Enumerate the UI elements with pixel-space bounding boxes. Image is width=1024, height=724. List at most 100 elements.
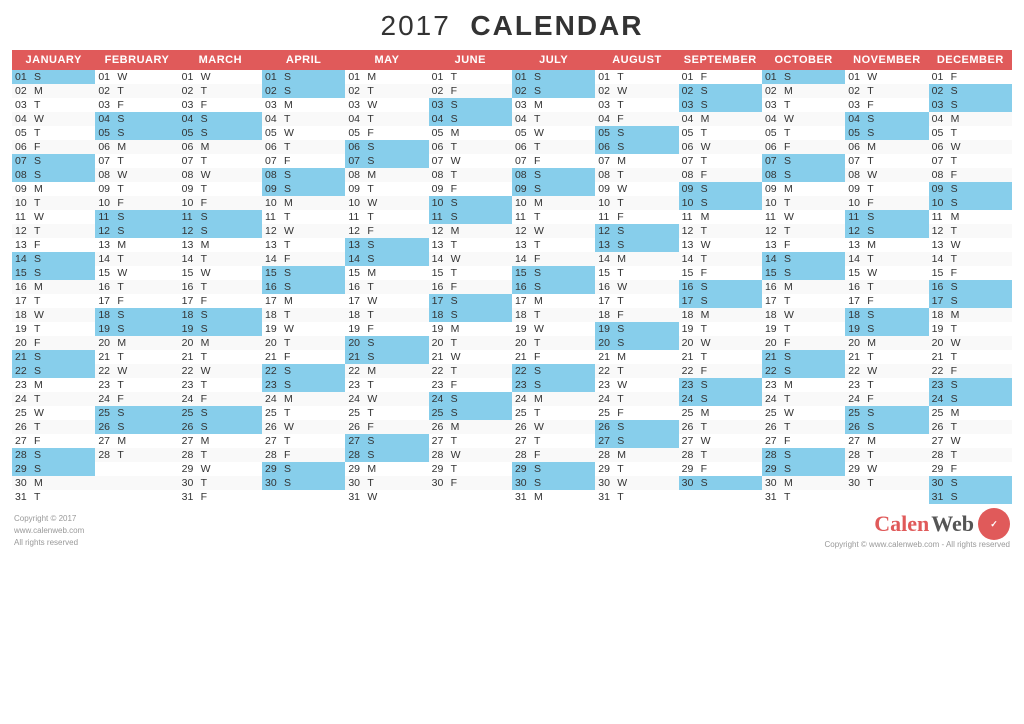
table-row: 18 M	[679, 308, 762, 322]
table-row: 31 T	[762, 490, 845, 504]
table-row: 31 W	[345, 490, 428, 504]
table-row: 10 F	[95, 196, 178, 210]
table-row: 21 S	[762, 350, 845, 364]
table-row: 16 S	[929, 280, 1012, 294]
table-row: 05 W	[262, 126, 345, 140]
table-row: 23 T	[179, 378, 262, 392]
table-row: 19 W	[512, 322, 595, 336]
table-row: 13 T	[262, 238, 345, 252]
table-row: 15 W	[845, 266, 928, 280]
table-row: 22 W	[845, 364, 928, 378]
table-row: 11 M	[679, 210, 762, 224]
table-row: 02 T	[845, 84, 928, 98]
table-row: 23 T	[95, 378, 178, 392]
table-row: 05 T	[12, 126, 95, 140]
table-row: 17 S	[429, 294, 512, 308]
table-row: 25 S	[179, 406, 262, 420]
table-row: 04 S	[845, 112, 928, 126]
month-header-may: MAY	[345, 50, 428, 70]
table-row: 26 M	[429, 420, 512, 434]
table-row: 07 T	[929, 154, 1012, 168]
table-row: 22 S	[762, 364, 845, 378]
table-row: 13 T	[512, 238, 595, 252]
table-row: 17 S	[929, 294, 1012, 308]
page-title: 2017 CALENDAR	[12, 10, 1012, 42]
table-row: 03 F	[845, 98, 928, 112]
table-row: 27 W	[929, 434, 1012, 448]
table-row: 10 M	[512, 196, 595, 210]
table-row: 13 M	[179, 238, 262, 252]
table-row: 15 S	[12, 266, 95, 280]
table-row: 27 S	[595, 434, 678, 448]
table-row: 22 S	[12, 364, 95, 378]
month-header-mar: MARCH	[179, 50, 262, 70]
table-row: 07 S	[12, 154, 95, 168]
table-row: 05 S	[95, 126, 178, 140]
table-row: 20 M	[95, 336, 178, 350]
table-row: 30 W	[595, 476, 678, 490]
table-row: 02 T	[95, 84, 178, 98]
month-header-sep: SEPTEMBER	[679, 50, 762, 70]
table-row: 27 T	[262, 434, 345, 448]
table-row: 02 S	[512, 84, 595, 98]
table-row: 28 S	[345, 448, 428, 462]
table-row: 06 T	[512, 140, 595, 154]
table-row: 30 S	[262, 476, 345, 490]
table-row: 11 S	[845, 210, 928, 224]
table-row: 05 M	[429, 126, 512, 140]
table-row: 18 S	[179, 308, 262, 322]
table-row: 04 S	[179, 112, 262, 126]
table-row: 25 S	[845, 406, 928, 420]
table-row: 12 T	[12, 224, 95, 238]
table-row: 29 M	[345, 462, 428, 476]
table-row: 08 M	[345, 168, 428, 182]
table-row: 24 F	[179, 392, 262, 406]
table-row: 07 T	[679, 154, 762, 168]
table-row: 17 T	[762, 294, 845, 308]
table-row: 09 W	[595, 182, 678, 196]
table-row: 03 F	[95, 98, 178, 112]
table-row: 26 S	[95, 420, 178, 434]
table-row: 16 M	[12, 280, 95, 294]
table-row: 12 S	[95, 224, 178, 238]
table-row: 28 M	[595, 448, 678, 462]
table-row: 29 S	[762, 462, 845, 476]
table-row: 26 T	[679, 420, 762, 434]
table-row: 13 F	[12, 238, 95, 252]
table-row: 08 F	[929, 168, 1012, 182]
table-row: 12 T	[929, 224, 1012, 238]
table-row: 12 T	[762, 224, 845, 238]
table-row: 22 T	[429, 364, 512, 378]
table-row: 10 W	[345, 196, 428, 210]
table-row: 06 T	[429, 140, 512, 154]
table-row: 27 W	[679, 434, 762, 448]
table-row: 17 M	[512, 294, 595, 308]
table-row: 01 F	[679, 70, 762, 84]
table-row: 25 T	[262, 406, 345, 420]
table-row: 19 T	[679, 322, 762, 336]
table-row: 13 W	[929, 238, 1012, 252]
table-row: 14 T	[845, 252, 928, 266]
table-row: 14 W	[429, 252, 512, 266]
table-row: 22 S	[512, 364, 595, 378]
table-row: 09 M	[12, 182, 95, 196]
brand-calen: Calen	[874, 511, 929, 537]
table-row: 03 T	[595, 98, 678, 112]
table-row: 19 S	[179, 322, 262, 336]
table-row: 18 W	[12, 308, 95, 322]
table-row	[95, 490, 178, 504]
table-row: 30 M	[762, 476, 845, 490]
table-row: 02 T	[179, 84, 262, 98]
table-row: 26 T	[762, 420, 845, 434]
table-row: 18 S	[845, 308, 928, 322]
table-row: 08 S	[512, 168, 595, 182]
table-row: 21 W	[429, 350, 512, 364]
table-row: 07 S	[762, 154, 845, 168]
table-row: 26 W	[512, 420, 595, 434]
table-row: 24 W	[345, 392, 428, 406]
table-row: 21 T	[679, 350, 762, 364]
table-row: 25 F	[595, 406, 678, 420]
table-row: 28 W	[429, 448, 512, 462]
table-row: 08 T	[429, 168, 512, 182]
table-row: 05 S	[179, 126, 262, 140]
